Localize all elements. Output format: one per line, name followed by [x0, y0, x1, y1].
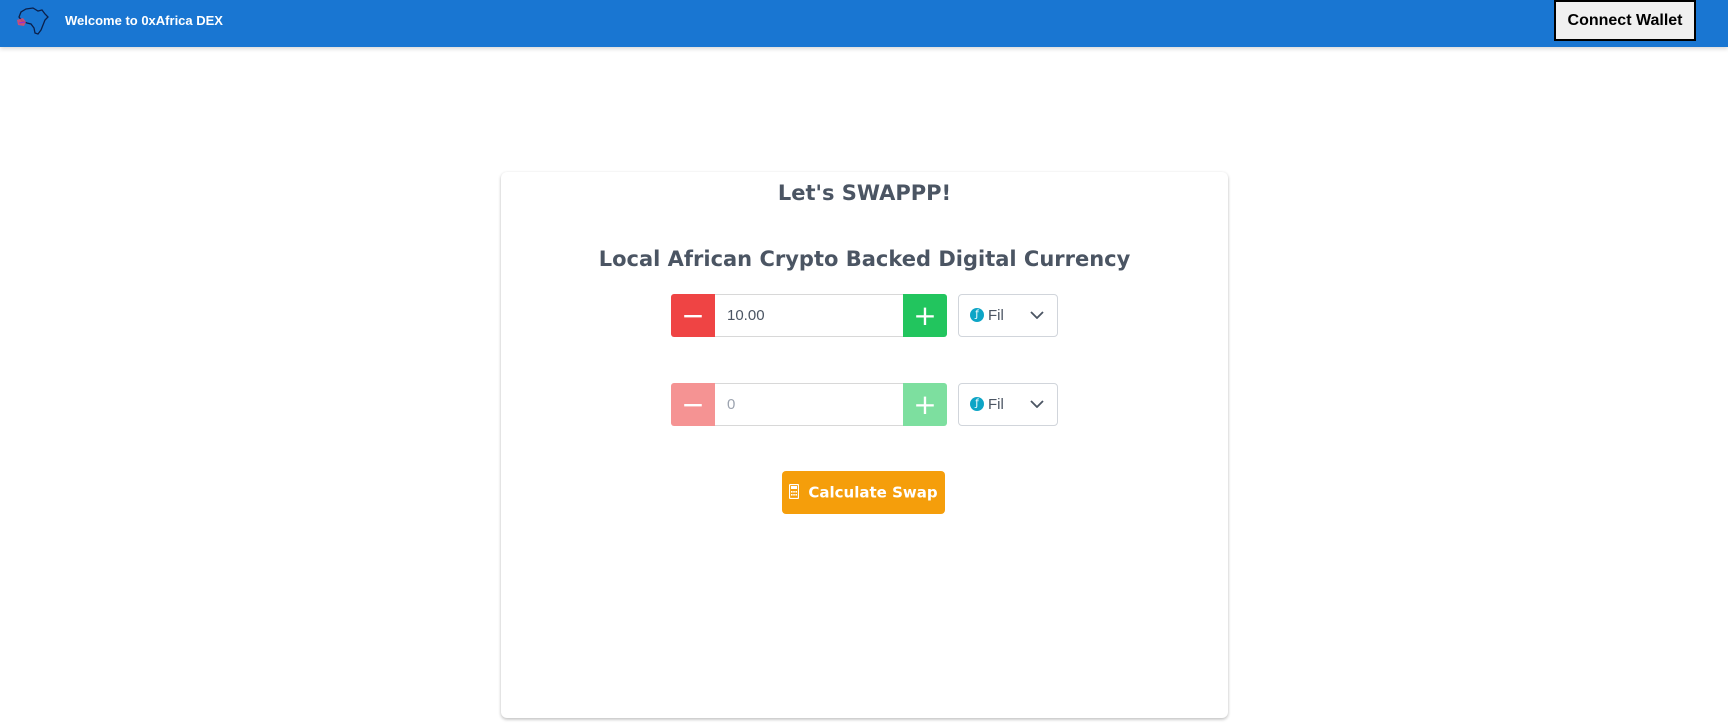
- from-amount-input[interactable]: [715, 294, 903, 337]
- to-decrement-button[interactable]: −: [671, 383, 715, 426]
- to-increment-button[interactable]: +: [903, 383, 947, 426]
- app-title: Welcome to 0xAfrica DEX: [65, 13, 223, 28]
- calculate-swap-button[interactable]: Calculate Swap: [782, 471, 945, 514]
- from-token-select[interactable]: ƒ Fil: [958, 294, 1058, 337]
- from-token-label: Fil: [988, 307, 1004, 324]
- connect-wallet-button[interactable]: Connect Wallet: [1554, 0, 1696, 41]
- calculator-icon: [789, 484, 800, 500]
- filecoin-icon: ƒ: [970, 397, 984, 411]
- from-decrement-button[interactable]: −: [671, 294, 715, 337]
- from-increment-button[interactable]: +: [903, 294, 947, 337]
- filecoin-icon: ƒ: [970, 308, 984, 322]
- africa-map-icon[interactable]: [14, 6, 52, 36]
- swap-subtitle: Local African Crypto Backed Digital Curr…: [598, 247, 1131, 271]
- to-token-select[interactable]: ƒ Fil: [958, 383, 1058, 426]
- to-amount-row: − + ƒ Fil: [671, 383, 1058, 426]
- swap-title: Let's SWAPPP!: [777, 181, 952, 205]
- top-nav-bar: Welcome to 0xAfrica DEX Connect Wallet: [0, 0, 1728, 47]
- to-token-label: Fil: [988, 396, 1004, 413]
- chevron-down-icon: [1030, 311, 1044, 319]
- swap-card: Let's SWAPPP! Local African Crypto Backe…: [501, 172, 1228, 718]
- from-amount-row: − + ƒ Fil: [671, 294, 1058, 337]
- calculate-swap-label: Calculate Swap: [808, 483, 938, 502]
- chevron-down-icon: [1030, 400, 1044, 408]
- to-amount-input[interactable]: [715, 383, 903, 426]
